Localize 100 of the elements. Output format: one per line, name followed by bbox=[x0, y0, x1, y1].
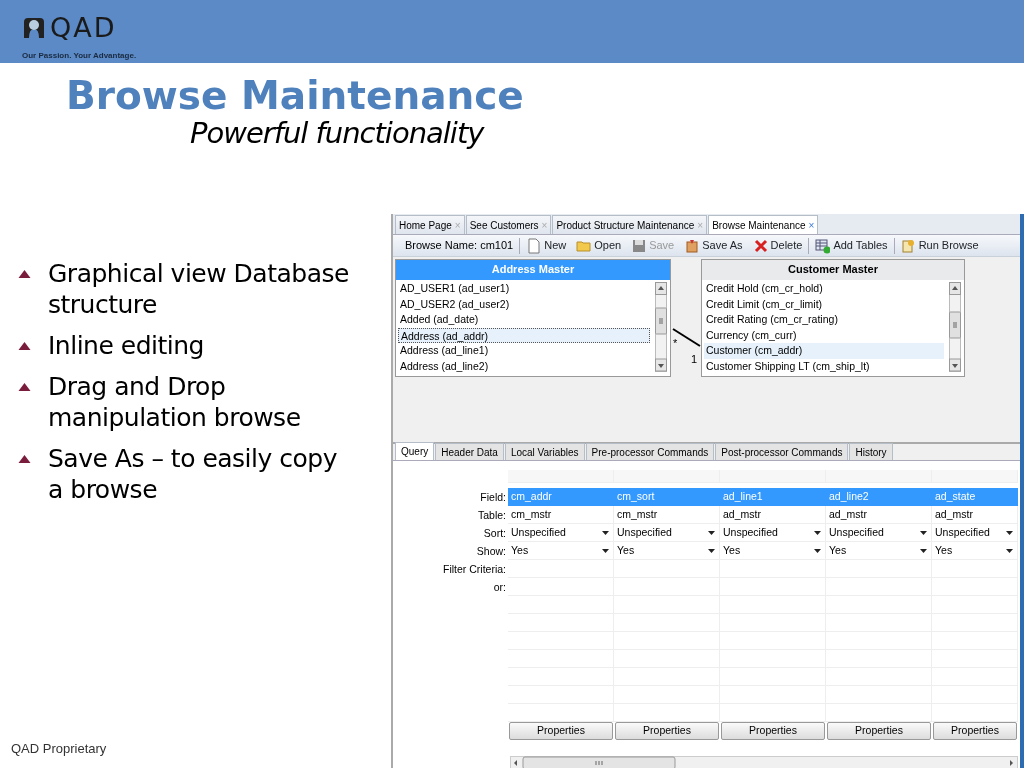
row-label: Show: bbox=[475, 543, 507, 559]
dropdown-value: Yes bbox=[511, 543, 529, 558]
caret-icon bbox=[602, 548, 609, 553]
cardinality-label: * bbox=[673, 336, 678, 351]
tab[interactable]: Post-processor Commands bbox=[715, 443, 849, 460]
open-button[interactable]: Open bbox=[572, 237, 626, 254]
logo-icon bbox=[22, 15, 46, 40]
new-button[interactable]: New bbox=[522, 237, 571, 254]
field-item[interactable]: Currency (cm_curr) bbox=[704, 327, 944, 344]
tagline: Our Passion. Your Advantage. bbox=[22, 50, 137, 62]
caret-icon bbox=[1006, 548, 1013, 553]
field-item[interactable]: Credit Limit (cm_cr_limit) bbox=[704, 296, 944, 313]
caret-icon bbox=[814, 548, 821, 553]
field-item[interactable]: Credit Hold (cm_cr_hold) bbox=[704, 281, 944, 297]
dropdown-field[interactable]: Yes bbox=[826, 542, 932, 560]
browse-name-label: Browse Name: cm101 bbox=[404, 238, 515, 254]
caret-icon bbox=[814, 530, 821, 535]
dropdown-field[interactable]: Yes bbox=[508, 542, 614, 560]
bullet-icon bbox=[18, 454, 31, 464]
run-icon bbox=[900, 237, 916, 254]
close-icon[interactable]: × bbox=[808, 220, 815, 231]
delete-button[interactable]: Delete bbox=[748, 237, 807, 254]
caret-icon bbox=[602, 530, 609, 535]
run-button[interactable]: Run Browse bbox=[896, 237, 983, 254]
logo-text: QAD bbox=[50, 14, 117, 41]
tab[interactable]: Query bbox=[395, 442, 435, 460]
dropdown-value: Yes bbox=[617, 543, 635, 558]
tab[interactable]: See Customers × bbox=[465, 215, 552, 234]
cardinality-label: 1 bbox=[691, 352, 698, 367]
row-label: or: bbox=[492, 579, 507, 595]
grid-cell[interactable]: ad_mstr bbox=[720, 506, 826, 524]
bullet-icon bbox=[18, 269, 31, 279]
properties-button[interactable]: Properties bbox=[827, 722, 931, 740]
saveas-button[interactable]: Save As bbox=[680, 237, 747, 254]
bullet-text: Save As – to easily copy a browse bbox=[48, 443, 338, 505]
field-item[interactable]: Customer Shipping LT (cm_ship_lt) bbox=[704, 358, 944, 375]
bullet-text: Graphical view Database structure bbox=[48, 258, 350, 320]
dropdown-value: Yes bbox=[723, 543, 741, 558]
row-label: Field: bbox=[479, 489, 507, 505]
tab[interactable]: History bbox=[849, 443, 893, 460]
grid-cell[interactable]: ad_mstr bbox=[826, 506, 932, 524]
tab[interactable]: Home Page × bbox=[395, 215, 465, 234]
dropdown-field[interactable]: Yes bbox=[720, 542, 826, 560]
field-item[interactable]: Address (ad_line1) bbox=[398, 343, 650, 359]
dropdown-value: Unspecified bbox=[723, 525, 778, 540]
field-item[interactable]: Added (ad_date) bbox=[398, 312, 650, 328]
tab[interactable]: Browse Maintenance × bbox=[708, 215, 819, 234]
row-label: Sort: bbox=[482, 525, 507, 541]
caret-icon bbox=[920, 548, 927, 553]
caret-icon bbox=[708, 548, 715, 553]
save-as-icon bbox=[684, 237, 700, 254]
caret-icon bbox=[920, 530, 927, 535]
row-label: Table: bbox=[476, 507, 507, 523]
field-item[interactable]: Address (ad_addr) bbox=[398, 327, 650, 344]
row-label: Filter Criteria: bbox=[442, 561, 507, 577]
table-widget[interactable]: Address Master AD_USER1 (ad_user1) AD_USER2 (ad_user2) Added (ad_date) Address (ad_addr) Address (ad_line1) Address (ad_line2) bbox=[395, 259, 671, 377]
field-item[interactable]: AD_USER1 (ad_user1) bbox=[398, 281, 650, 297]
dropdown-field[interactable]: Unspecified bbox=[826, 524, 932, 542]
footer-text: QAD Proprietary bbox=[11, 739, 108, 758]
dropdown-field[interactable]: Yes bbox=[932, 542, 1018, 560]
field-item[interactable]: Address (ad_line2) bbox=[398, 358, 650, 375]
dropdown-field[interactable]: Unspecified bbox=[508, 524, 614, 542]
addtables-button[interactable]: Add Tables bbox=[811, 237, 892, 254]
slide-title: Browse Maintenance bbox=[66, 75, 524, 118]
dropdown-field[interactable]: Yes bbox=[614, 542, 720, 560]
tab[interactable]: Product Structure Maintenance × bbox=[552, 215, 708, 234]
tab[interactable]: Pre-processor Commands bbox=[585, 443, 715, 460]
dropdown-field[interactable]: Unspecified bbox=[614, 524, 720, 542]
tab[interactable]: Local Variables bbox=[504, 443, 585, 460]
caret-icon bbox=[708, 530, 715, 535]
dropdown-value: Unspecified bbox=[829, 525, 884, 540]
dropdown-value: Yes bbox=[935, 543, 953, 558]
table-title[interactable]: Customer Master bbox=[702, 260, 964, 280]
relationship-line bbox=[672, 328, 702, 348]
grid-cell[interactable]: cm_mstr bbox=[508, 506, 614, 524]
field-item[interactable]: Credit Rating (cm_cr_rating) bbox=[704, 312, 944, 328]
field-item[interactable]: Customer (cm_addr) bbox=[704, 343, 944, 359]
delete-icon bbox=[752, 237, 768, 254]
dropdown-value: Yes bbox=[829, 543, 847, 558]
field-item[interactable]: AD_USER2 (ad_user2) bbox=[398, 296, 650, 313]
properties-button[interactable]: Properties bbox=[615, 722, 719, 740]
grid-cell[interactable]: ad_mstr bbox=[932, 506, 1018, 524]
page-icon bbox=[526, 237, 542, 254]
grid-cell[interactable]: cm_mstr bbox=[614, 506, 720, 524]
properties-button[interactable]: Properties bbox=[509, 722, 613, 740]
bullet-icon bbox=[18, 341, 31, 351]
tab[interactable]: Header Data bbox=[435, 443, 504, 460]
horizontal-scrollbar[interactable] bbox=[510, 756, 1018, 768]
properties-button[interactable]: Properties bbox=[933, 722, 1017, 740]
table-widget[interactable]: Customer Master Credit Hold (cm_cr_hold) Credit Limit (cm_cr_limit) Credit Rating (cm_cr_rating) Currency (cm_curr) Customer (cm_addr) Customer Shipping LT (cm_ship_lt) bbox=[701, 259, 965, 377]
properties-button[interactable]: Properties bbox=[721, 722, 825, 740]
bullet-text: Drag and Drop manipulation browse bbox=[48, 371, 302, 433]
dropdown-value: Unspecified bbox=[511, 525, 566, 540]
slide-subtitle: Powerful functionality bbox=[190, 117, 484, 150]
table-icon bbox=[815, 237, 831, 254]
caret-icon bbox=[1006, 530, 1013, 535]
dropdown-value: Unspecified bbox=[617, 525, 672, 540]
bullet-text: Inline editing bbox=[48, 330, 204, 361]
dropdown-field[interactable]: Unspecified bbox=[720, 524, 826, 542]
dropdown-field[interactable]: Unspecified bbox=[932, 524, 1018, 542]
